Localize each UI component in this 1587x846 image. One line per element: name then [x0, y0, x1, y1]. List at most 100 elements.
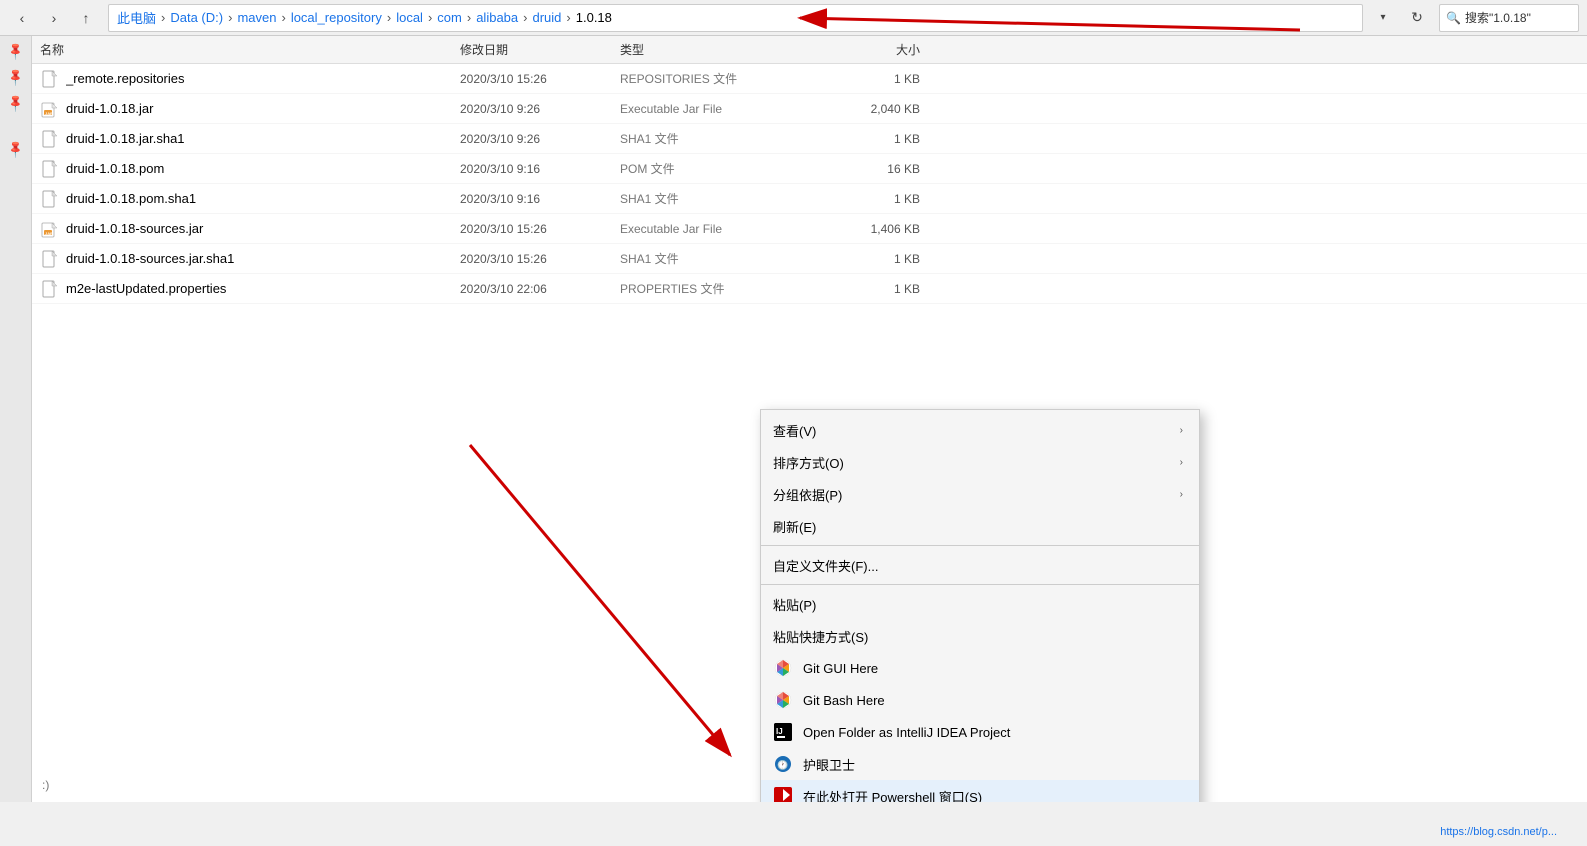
breadcrumb-item-version: 1.0.18 [576, 10, 612, 25]
file-icon-generic [40, 279, 60, 299]
breadcrumb-item-alibaba[interactable]: alibaba [476, 10, 518, 25]
breadcrumb-sep-8: › [566, 10, 570, 25]
file-name: druid-1.0.18.jar [66, 101, 460, 116]
breadcrumb-item-local[interactable]: local [396, 10, 423, 25]
back-button[interactable]: ‹ [8, 4, 36, 32]
up-button[interactable]: ↑ [72, 4, 100, 32]
nav-pin-3[interactable]: 📌 [0, 87, 31, 119]
menu-label-paste: 粘贴(P) [773, 595, 1183, 614]
search-area[interactable]: 🔍 搜索"1.0.18" [1439, 4, 1579, 32]
file-name: druid-1.0.18-sources.jar [66, 221, 460, 236]
file-date: 2020/3/10 9:16 [460, 162, 620, 176]
menu-item-view[interactable]: 查看(V) › [761, 414, 1199, 446]
file-name: druid-1.0.18-sources.jar.sha1 [66, 251, 460, 266]
main-content: 名称 修改日期 类型 大小 _remote.repositories 2020/… [32, 36, 1587, 802]
table-row[interactable]: _remote.repositories 2020/3/10 15:26 REP… [32, 64, 1587, 94]
context-menu: 查看(V) › 排序方式(O) › 分组依据(P) › 刷新(E) 自定义文件夹… [760, 409, 1200, 802]
file-size: 1 KB [820, 252, 920, 266]
file-type: POM 文件 [620, 160, 820, 177]
menu-item-group[interactable]: 分组依据(P) › [761, 478, 1199, 510]
svg-text:🕐: 🕐 [777, 759, 788, 770]
breadcrumb-item-maven[interactable]: maven [237, 10, 276, 25]
menu-label-intellij: Open Folder as IntelliJ IDEA Project [803, 725, 1183, 740]
breadcrumb-sep-6: › [467, 10, 471, 25]
file-date: 2020/3/10 15:26 [460, 222, 620, 236]
breadcrumb-bar[interactable]: 此电脑 › Data (D:) › maven › local_reposito… [108, 4, 1363, 32]
menu-item-git-gui[interactable]: Git GUI Here [761, 652, 1199, 684]
table-row[interactable]: JAR druid-1.0.18-sources.jar 2020/3/10 1… [32, 214, 1587, 244]
breadcrumb-item-com[interactable]: com [437, 10, 462, 25]
search-text: 搜索"1.0.18" [1465, 9, 1531, 26]
nav-buttons: ‹ › ↑ [8, 4, 100, 32]
col-header-type[interactable]: 类型 [620, 41, 820, 58]
menu-item-powershell[interactable]: 在此处打开 Powershell 窗口(S) [761, 780, 1199, 802]
menu-label-git-gui: Git GUI Here [803, 661, 1183, 676]
menu-item-paste[interactable]: 粘贴(P) [761, 588, 1199, 620]
file-size: 1 KB [820, 132, 920, 146]
file-name: druid-1.0.18.pom [66, 161, 460, 176]
svg-text:JAR: JAR [45, 231, 53, 236]
file-size: 1,406 KB [820, 222, 920, 236]
left-nav: 📌 📌 📌 📌 [0, 36, 32, 802]
menu-label-customize: 自定义文件夹(F)... [773, 556, 1183, 575]
submenu-arrow-sort: › [1180, 457, 1183, 468]
bottom-label: :) [42, 778, 49, 792]
file-type: Executable Jar File [620, 222, 820, 236]
column-headers: 名称 修改日期 类型 大小 [32, 36, 1587, 64]
menu-label-view: 查看(V) [773, 421, 1170, 440]
table-row[interactable]: druid-1.0.18.pom.sha1 2020/3/10 9:16 SHA… [32, 184, 1587, 214]
intellij-icon: IJ [773, 722, 793, 742]
file-icon-jar: JAR [40, 219, 60, 239]
file-name: druid-1.0.18.jar.sha1 [66, 131, 460, 146]
menu-label-group: 分组依据(P) [773, 485, 1170, 504]
menu-item-sort[interactable]: 排序方式(O) › [761, 446, 1199, 478]
table-row[interactable]: druid-1.0.18-sources.jar.sha1 2020/3/10 … [32, 244, 1587, 274]
table-row[interactable]: m2e-lastUpdated.properties 2020/3/10 22:… [32, 274, 1587, 304]
breadcrumb-item-data[interactable]: Data (D:) [170, 10, 223, 25]
file-area: 📌 📌 📌 📌 名称 修改日期 类型 大小 _remote.reposi [0, 36, 1587, 802]
bottom-url: https://blog.csdn.net/p... [1440, 826, 1557, 838]
file-date: 2020/3/10 9:16 [460, 192, 620, 206]
file-date: 2020/3/10 9:26 [460, 132, 620, 146]
file-icon-generic [40, 159, 60, 179]
menu-item-refresh[interactable]: 刷新(E) [761, 510, 1199, 542]
breadcrumb-item-pc[interactable]: 此电脑 [117, 8, 156, 27]
table-row[interactable]: druid-1.0.18.jar.sha1 2020/3/10 9:26 SHA… [32, 124, 1587, 154]
file-icon-jar: JAR [40, 99, 60, 119]
nav-pin-4[interactable]: 📌 [0, 133, 31, 165]
submenu-arrow-group: › [1180, 489, 1183, 500]
address-dropdown-button[interactable]: ▾ [1371, 4, 1395, 32]
menu-label-powershell: 在此处打开 Powershell 窗口(S) [803, 787, 1183, 803]
file-icon-generic [40, 249, 60, 269]
menu-item-paste-shortcut[interactable]: 粘贴快捷方式(S) [761, 620, 1199, 652]
file-type: PROPERTIES 文件 [620, 280, 820, 297]
file-type: SHA1 文件 [620, 190, 820, 207]
menu-item-git-bash[interactable]: Git Bash Here [761, 684, 1199, 716]
top-bar: ‹ › ↑ 此电脑 › Data (D:) › maven › local_re… [0, 0, 1587, 36]
submenu-arrow-view: › [1180, 425, 1183, 436]
file-size: 16 KB [820, 162, 920, 176]
breadcrumb-item-local-repo[interactable]: local_repository [291, 10, 382, 25]
breadcrumb-sep-1: › [161, 10, 165, 25]
menu-item-intellij[interactable]: IJ Open Folder as IntelliJ IDEA Project [761, 716, 1199, 748]
table-row[interactable]: druid-1.0.18.pom 2020/3/10 9:16 POM 文件 1… [32, 154, 1587, 184]
file-date: 2020/3/10 15:26 [460, 72, 620, 86]
col-header-name[interactable]: 名称 [40, 41, 460, 58]
forward-button[interactable]: › [40, 4, 68, 32]
menu-divider-2 [761, 584, 1199, 585]
breadcrumb-sep-3: › [281, 10, 285, 25]
col-header-date[interactable]: 修改日期 [460, 41, 620, 58]
file-size: 2,040 KB [820, 102, 920, 116]
menu-item-eye-guard[interactable]: 🕐 护眼卫士 [761, 748, 1199, 780]
breadcrumb-item-druid[interactable]: druid [532, 10, 561, 25]
svg-text:JAR: JAR [45, 111, 53, 116]
menu-item-customize[interactable]: 自定义文件夹(F)... [761, 549, 1199, 581]
file-icon-generic [40, 129, 60, 149]
col-header-size[interactable]: 大小 [820, 41, 920, 58]
breadcrumb-sep-4: › [387, 10, 391, 25]
table-row[interactable]: JAR druid-1.0.18.jar 2020/3/10 9:26 Exec… [32, 94, 1587, 124]
refresh-button[interactable]: ↻ [1403, 4, 1431, 32]
file-type: REPOSITORIES 文件 [620, 70, 820, 87]
menu-divider-1 [761, 545, 1199, 546]
file-date: 2020/3/10 9:26 [460, 102, 620, 116]
